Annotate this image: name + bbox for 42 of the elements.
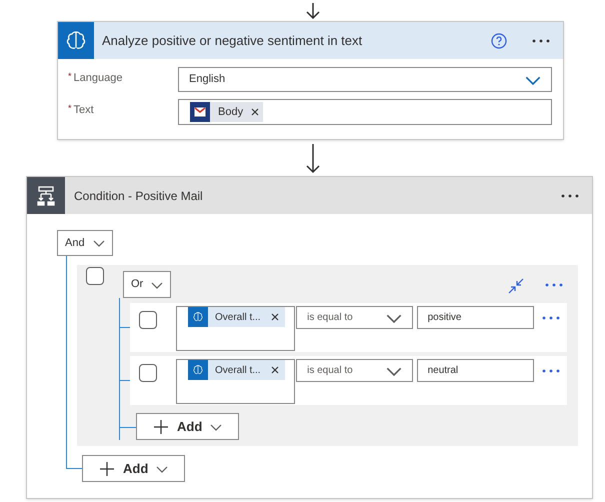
value-field[interactable]: Overall t... <box>176 306 296 351</box>
add-button[interactable]: Add <box>82 455 186 482</box>
value-field[interactable]: positive <box>416 306 534 329</box>
envelope-icon <box>194 106 206 118</box>
more-options-icon[interactable] <box>541 314 561 322</box>
more-options-icon[interactable] <box>544 281 564 289</box>
checkbox[interactable] <box>86 267 104 285</box>
checkbox[interactable] <box>139 364 157 382</box>
card-title: Analyze positive or negative sentiment in text <box>102 32 364 50</box>
more-options-icon[interactable] <box>560 192 580 200</box>
more-options-icon[interactable] <box>541 367 561 375</box>
field-label: Language <box>74 71 122 86</box>
brain-icon <box>192 311 204 323</box>
down-arrow-icon <box>304 144 320 174</box>
help-icon[interactable] <box>491 32 507 48</box>
branch-icon <box>36 186 56 206</box>
value-field[interactable]: Overall t... <box>176 359 296 404</box>
required-asterisk: * <box>68 70 72 83</box>
checkbox[interactable] <box>139 311 157 329</box>
collapse-icon[interactable] <box>508 278 524 294</box>
brain-icon <box>192 364 204 376</box>
card-title: Condition - Positive Mail <box>74 188 204 204</box>
text-field[interactable]: Body <box>178 99 552 125</box>
or-dropdown[interactable]: Or <box>123 271 172 298</box>
required-asterisk: * <box>68 102 72 115</box>
close-icon[interactable] <box>251 108 260 116</box>
value-field[interactable]: neutral <box>416 359 534 382</box>
down-arrow-icon <box>304 3 320 19</box>
close-icon[interactable] <box>271 313 279 321</box>
field-label: Text <box>74 103 94 118</box>
sentiment-token[interactable]: Overall t... <box>188 307 285 327</box>
comparison-dropdown[interactable]: is equal to <box>296 306 413 329</box>
and-dropdown[interactable]: And <box>57 230 113 256</box>
language-dropdown[interactable]: English <box>178 67 552 92</box>
comparison-dropdown[interactable]: is equal to <box>296 359 413 382</box>
plus-icon <box>153 418 169 434</box>
sentiment-token[interactable]: Overall t... <box>188 360 285 380</box>
body-token[interactable]: Body <box>190 102 264 122</box>
add-button[interactable]: Add <box>136 413 240 440</box>
plus-icon <box>99 460 115 476</box>
close-icon[interactable] <box>271 366 279 374</box>
more-options-icon[interactable] <box>531 36 551 44</box>
